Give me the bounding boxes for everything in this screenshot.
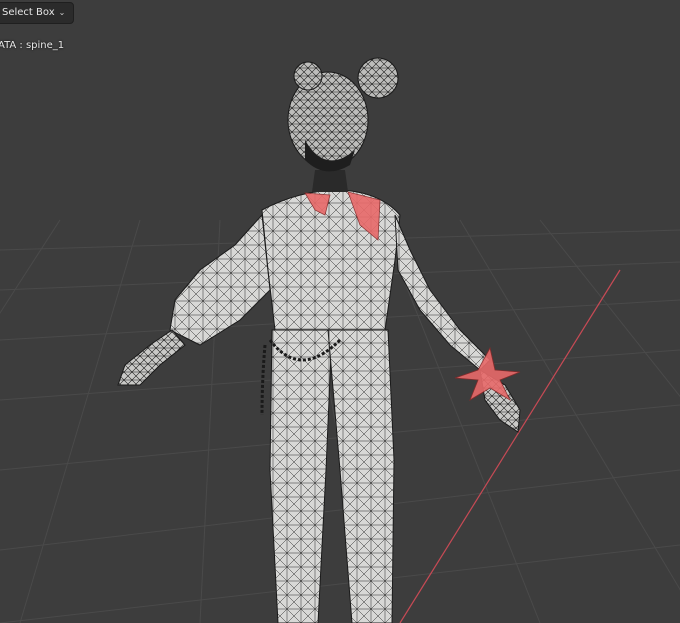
character-mesh[interactable] <box>117 57 521 623</box>
3d-viewport[interactable]: Select Box ⌄ ATA : spine_1 <box>0 0 680 623</box>
viewport-canvas[interactable] <box>0 0 680 623</box>
chevron-down-icon: ⌄ <box>58 8 66 17</box>
active-object-label: ATA : spine_1 <box>0 40 65 51</box>
select-box-dropdown[interactable]: Select Box ⌄ <box>0 2 75 24</box>
select-box-label: Select Box <box>2 7 55 18</box>
